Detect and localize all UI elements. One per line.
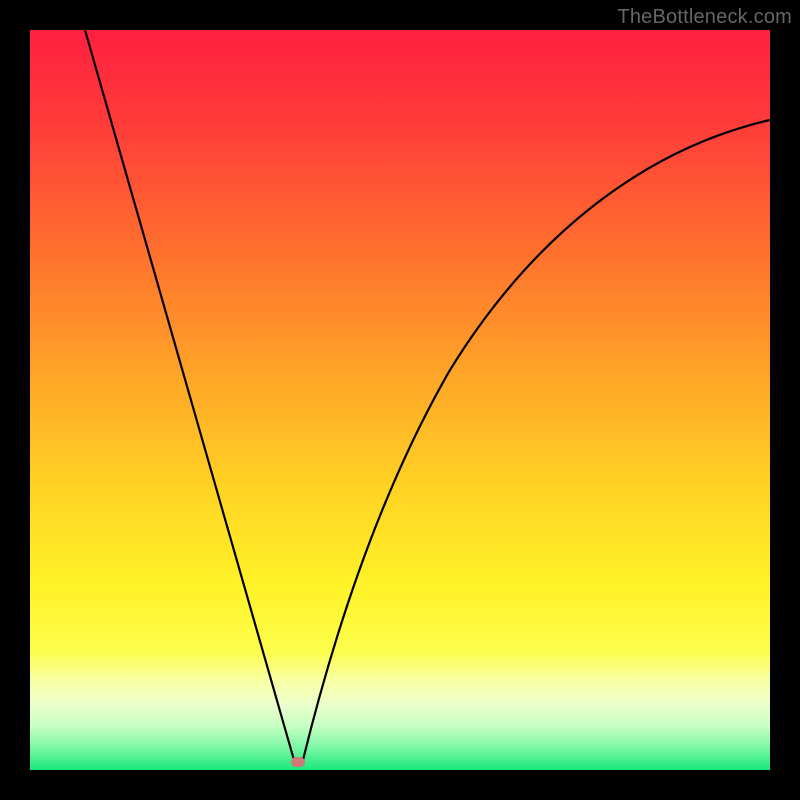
plot-area [30,30,770,770]
watermark: TheBottleneck.com [617,6,792,29]
bottleneck-curve [30,30,770,770]
chart-container: TheBottleneck.com [0,0,800,800]
optimal-point-marker [291,757,305,767]
